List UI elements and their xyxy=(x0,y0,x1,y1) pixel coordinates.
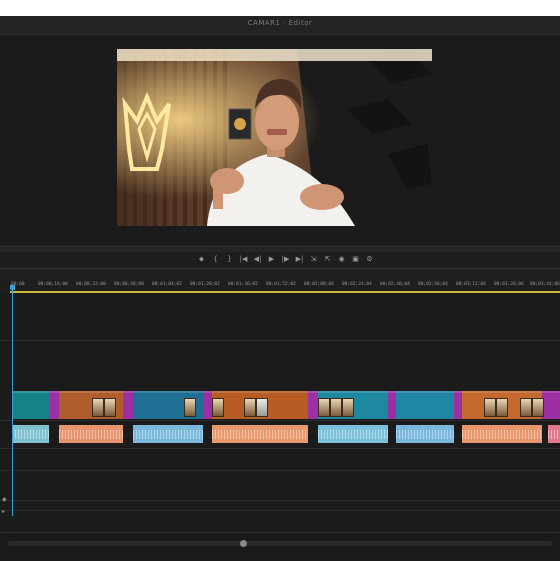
marker-icon[interactable]: ⬥ xyxy=(196,254,207,265)
audio-track-icon[interactable]: ▸ xyxy=(2,508,5,515)
transport-controls: ⬥ { } |◀ ◀| ▶ |▶ ▶| ⇲ ⇱ ◉ ▣ ⚙ xyxy=(0,252,560,268)
zoom-scrollbar-handle[interactable] xyxy=(240,540,247,547)
timeline-ruler[interactable]: 00;00 00;00;16;00 00;00;32;00 00;00;48;0… xyxy=(0,278,560,294)
clip-thumbnail xyxy=(244,398,256,417)
ruler-label: 00;00;16;00 xyxy=(38,282,68,287)
ruler-label: 00;01;04;02 xyxy=(152,282,182,287)
clip-thumbnail xyxy=(92,398,104,417)
marker-segment[interactable] xyxy=(49,391,59,419)
track-divider xyxy=(0,340,560,341)
ruler-label: 00;03;28;06 xyxy=(494,282,524,287)
track-divider xyxy=(0,420,560,421)
clip-thumbnail xyxy=(484,398,496,417)
video-frame xyxy=(117,49,432,226)
browser-top-bar xyxy=(0,0,560,16)
marker-segment[interactable] xyxy=(454,391,462,419)
audio-clip[interactable] xyxy=(59,425,123,443)
marker-segment[interactable] xyxy=(203,391,212,419)
audio-clip[interactable] xyxy=(133,425,203,443)
clip-thumbnail xyxy=(532,398,544,417)
timeline-zoom-scrollbar[interactable] xyxy=(8,540,552,547)
ruler-label: 00;00;48;00 xyxy=(114,282,144,287)
clip-thumbnail xyxy=(342,398,354,417)
ruler-label: 00;03;44;06 xyxy=(530,282,560,287)
settings-icon[interactable]: ⚙ xyxy=(364,254,375,265)
mark-out-icon[interactable]: } xyxy=(224,254,235,265)
clip-thumbnail xyxy=(318,398,330,417)
insert-icon[interactable]: ⇲ xyxy=(308,254,319,265)
step-back-icon[interactable]: ◀| xyxy=(252,254,263,265)
video-track-icon[interactable]: ◆ xyxy=(2,496,7,503)
go-to-out-icon[interactable]: ▶| xyxy=(294,254,305,265)
ruler-label: 00;02;56;04 xyxy=(418,282,448,287)
mark-in-icon[interactable]: { xyxy=(210,254,221,265)
export-frame-icon[interactable]: ◉ xyxy=(336,254,347,265)
go-to-in-icon[interactable]: |◀ xyxy=(238,254,249,265)
clip-thumbnail xyxy=(496,398,508,417)
audio-clip[interactable] xyxy=(396,425,454,443)
clip-thumbnail xyxy=(330,398,342,417)
clip-thumbnail xyxy=(104,398,116,417)
window-title: CAMAR1 · Editor xyxy=(247,19,313,27)
in-out-range-bar[interactable] xyxy=(10,291,560,293)
ruler-label: 00;00;32;00 xyxy=(76,282,106,287)
clip-thumbnail xyxy=(184,398,196,417)
clip-thumbnail xyxy=(212,398,224,417)
compare-icon[interactable]: ▣ xyxy=(350,254,361,265)
audio-clip[interactable] xyxy=(212,425,308,443)
title-bar: CAMAR1 · Editor xyxy=(0,16,560,35)
marker-segment[interactable] xyxy=(308,391,318,419)
ruler-label: 00;02;24;04 xyxy=(342,282,372,287)
program-monitor-video[interactable] xyxy=(117,49,432,226)
track-divider xyxy=(0,448,560,449)
playhead-line[interactable] xyxy=(12,286,13,516)
track-divider xyxy=(0,510,560,511)
marker-segment[interactable] xyxy=(388,391,396,419)
ruler-label: 00;02;08;04 xyxy=(304,282,334,287)
audio-clip[interactable] xyxy=(462,425,542,443)
ruler-label: 00;01;20;02 xyxy=(190,282,220,287)
track-divider xyxy=(0,500,560,501)
ruler-label: 00;01;52;02 xyxy=(266,282,296,287)
timeline-footer xyxy=(0,532,560,561)
audio-clip[interactable] xyxy=(12,425,49,443)
track-divider xyxy=(0,470,560,471)
step-forward-icon[interactable]: |▶ xyxy=(280,254,291,265)
video-clip[interactable] xyxy=(12,391,49,419)
video-clip[interactable] xyxy=(396,391,454,419)
ruler-label: 00;01;36;02 xyxy=(228,282,258,287)
audio-clip[interactable] xyxy=(318,425,388,443)
clip-thumbnail xyxy=(256,398,268,417)
clip-thumbnail xyxy=(520,398,532,417)
audio-clip[interactable] xyxy=(548,425,560,443)
overwrite-icon[interactable]: ⇱ xyxy=(322,254,333,265)
play-icon[interactable]: ▶ xyxy=(266,254,277,265)
marker-segment[interactable] xyxy=(123,391,133,419)
marker-segment[interactable] xyxy=(542,391,560,419)
ruler-label: 00;03;12;04 xyxy=(456,282,486,287)
ruler-label: 00;02;40;04 xyxy=(380,282,410,287)
